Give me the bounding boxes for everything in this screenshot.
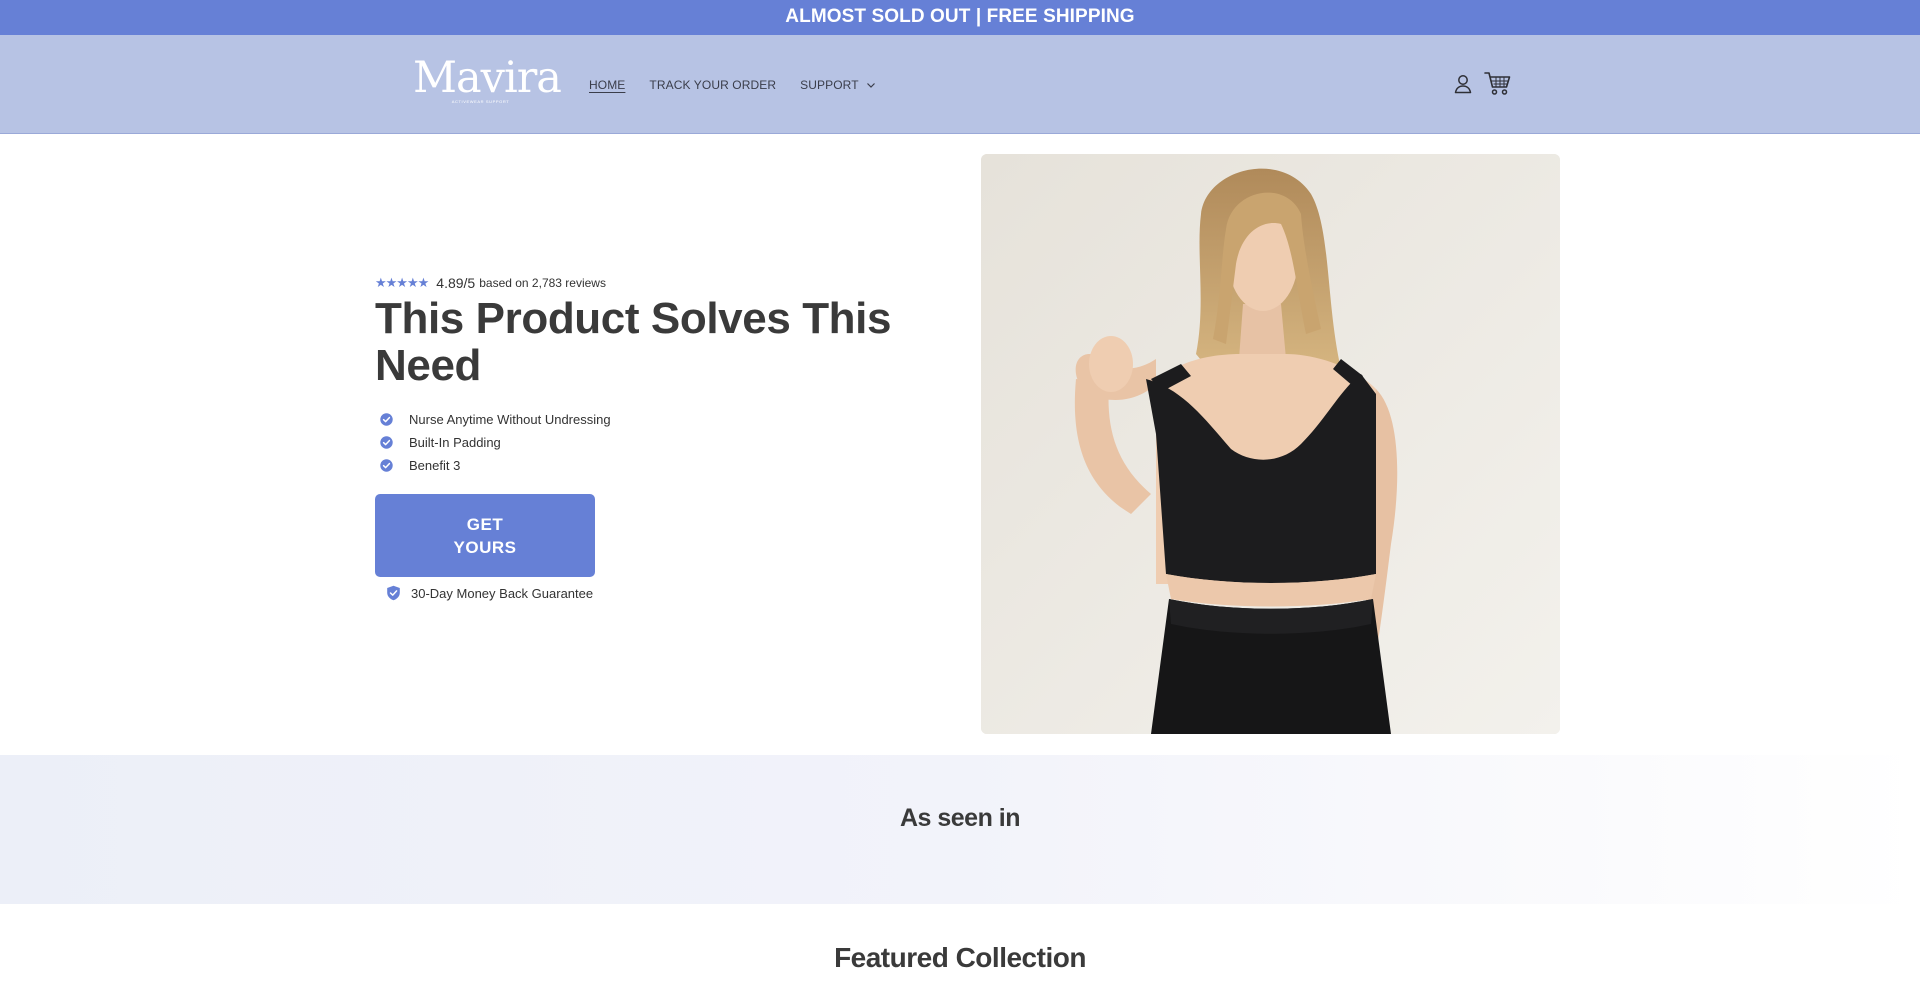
check-badge-icon — [380, 413, 393, 426]
rating-count-text: based on 2,783 reviews — [479, 276, 606, 290]
get-yours-label: GET YOURS — [453, 514, 517, 557]
chevron-down-icon — [866, 83, 875, 88]
money-back-guarantee: 30-Day Money Back Guarantee — [386, 585, 593, 601]
rating-score: 4.89/5 — [436, 275, 476, 291]
benefit-item: Built-In Padding — [380, 431, 611, 454]
model-photo-illustration — [981, 154, 1560, 734]
logo-wordmark: Mavira — [413, 53, 562, 103]
rating-summary: ★★★★★ 4.89/5 based on 2,783 reviews — [375, 274, 606, 292]
as-seen-in-title: As seen in — [899, 804, 1021, 832]
check-badge-icon — [380, 459, 393, 472]
guarantee-text: 30-Day Money Back Guarantee — [411, 585, 594, 601]
as-seen-in-section: As seen in — [0, 755, 1920, 904]
rating-stars: ★★★★★ — [375, 275, 429, 290]
check-badge-icon — [380, 436, 393, 449]
shield-check-icon — [387, 585, 400, 601]
benefit-label: Nurse Anytime Without Undressing — [409, 412, 611, 427]
hero-headline: This Product Solves This Need — [375, 294, 892, 390]
featured-collection-title: Featured Collection — [834, 942, 1086, 973]
account-icon[interactable] — [1452, 73, 1474, 95]
store-logo[interactable]: Mavira ACTIVEWEAR SUPPORT — [413, 53, 562, 110]
benefit-label: Built-In Padding — [409, 435, 501, 450]
nav-item-track-order[interactable]: TRACK YOUR ORDER — [649, 77, 776, 93]
benefit-list: Nurse Anytime Without Undressing Built-I… — [380, 408, 611, 477]
announcement-text: ALMOST SOLD OUT | FREE SHIPPING — [785, 6, 1135, 27]
benefit-item: Benefit 3 — [380, 454, 611, 477]
site-header — [0, 35, 1920, 134]
nav-item-support-label: SUPPORT — [800, 78, 859, 92]
benefit-label: Benefit 3 — [409, 458, 461, 473]
nav-item-home[interactable]: HOME — [589, 77, 625, 93]
get-yours-button[interactable]: GET YOURS — [375, 494, 595, 577]
nav-item-support[interactable]: SUPPORT — [800, 77, 876, 93]
announcement-bar: ALMOST SOLD OUT | FREE SHIPPING — [0, 0, 1920, 35]
product-image — [981, 154, 1560, 734]
main-nav: HOME TRACK YOUR ORDER SUPPORT — [589, 77, 876, 93]
benefit-item: Nurse Anytime Without Undressing — [380, 408, 611, 431]
cart-icon[interactable] — [1484, 70, 1512, 96]
